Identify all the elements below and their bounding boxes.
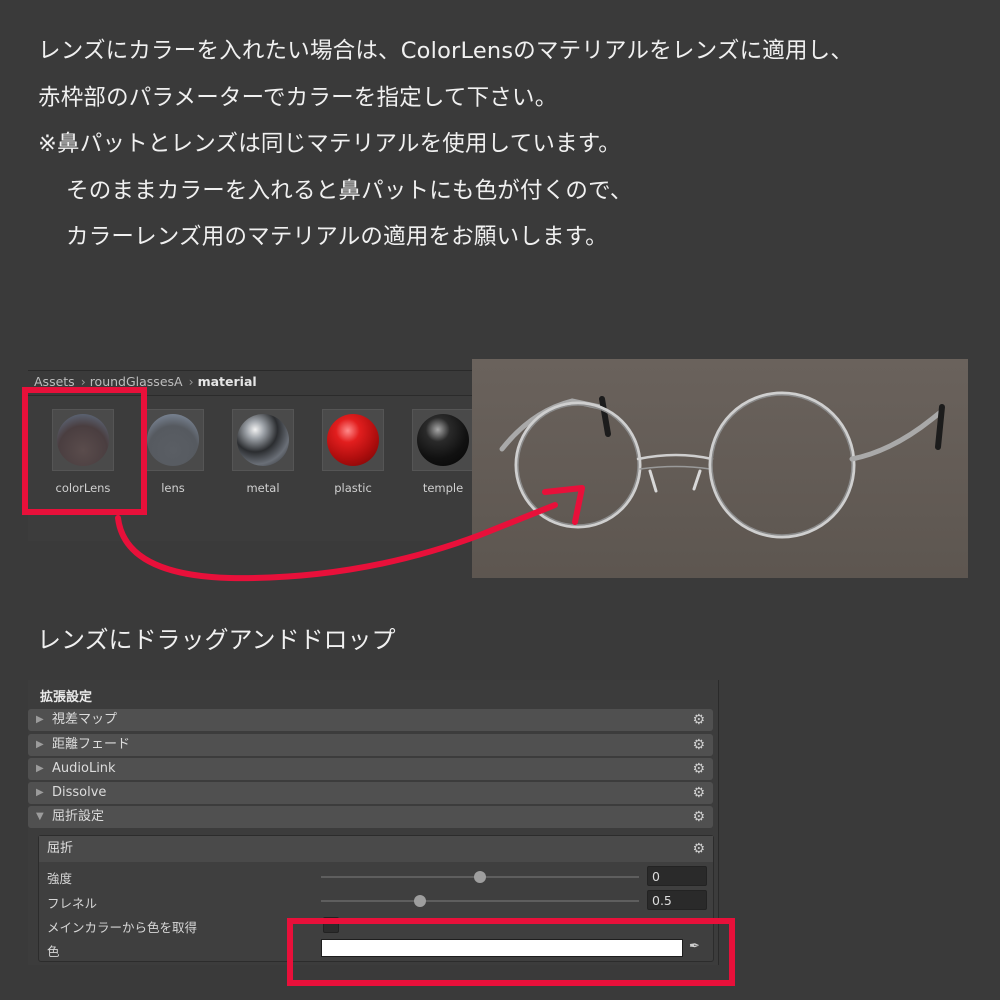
- triangle-right-icon: ▶: [36, 714, 44, 725]
- fold-label: 屈折設定: [52, 809, 105, 824]
- highlight-color-field: [287, 918, 735, 986]
- main-color-label: メインカラーから色を取得: [47, 920, 198, 935]
- fold-distance-fade[interactable]: ▶ 距離フェード ⚙: [28, 734, 713, 756]
- refraction-header-label: 屈折: [47, 841, 74, 856]
- refraction-header[interactable]: 屈折 ⚙: [39, 836, 713, 862]
- triangle-right-icon: ▶: [36, 787, 44, 798]
- fold-dissolve[interactable]: ▶ Dissolve ⚙: [28, 782, 713, 804]
- fold-label: Dissolve: [52, 785, 107, 800]
- gear-icon[interactable]: ⚙: [692, 782, 705, 804]
- gear-icon[interactable]: ⚙: [692, 806, 705, 828]
- triangle-right-icon: ▶: [36, 763, 44, 774]
- fold-label: 距離フェード: [52, 737, 131, 752]
- gear-icon[interactable]: ⚙: [692, 734, 705, 756]
- slider-thumb[interactable]: [413, 895, 426, 907]
- gear-icon[interactable]: ⚙: [692, 758, 705, 780]
- section-title: 拡張設定: [40, 690, 93, 705]
- fold-parallax[interactable]: ▶ 視差マップ ⚙: [28, 709, 713, 731]
- strength-label: 強度: [47, 871, 73, 886]
- fresnel-label: フレネル: [47, 896, 98, 911]
- triangle-right-icon: ▶: [36, 739, 44, 750]
- gear-icon[interactable]: ⚙: [692, 836, 705, 862]
- fresnel-field[interactable]: 0.5: [647, 890, 707, 910]
- fold-refraction[interactable]: ▼ 屈折設定 ⚙: [28, 806, 713, 828]
- slider-thumb[interactable]: [474, 871, 486, 883]
- fold-audiolink[interactable]: ▶ AudioLink ⚙: [28, 758, 713, 780]
- strength-slider[interactable]: [321, 871, 639, 883]
- color-label: 色: [47, 944, 60, 959]
- drag-drop-label: レンズにドラッグアンドドロップ: [37, 626, 396, 654]
- triangle-down-icon: ▼: [36, 811, 44, 822]
- fold-label: 視差マップ: [52, 712, 118, 727]
- gear-icon[interactable]: ⚙: [692, 709, 705, 731]
- strength-field[interactable]: 0: [647, 866, 707, 886]
- fold-label: AudioLink: [52, 761, 116, 776]
- fresnel-slider[interactable]: [321, 895, 639, 907]
